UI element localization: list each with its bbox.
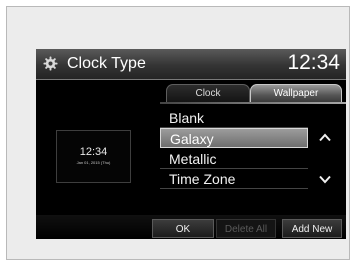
gear-icon — [43, 56, 58, 71]
header-clock: 12:34 — [287, 51, 340, 74]
list-item-time-zone[interactable]: Time Zone — [160, 169, 308, 189]
chevron-up-icon[interactable] — [318, 133, 332, 142]
tab-divider — [160, 102, 346, 104]
tab-clock[interactable]: Clock — [166, 84, 250, 102]
list-item-metallic[interactable]: Metallic — [160, 149, 308, 169]
wallpaper-preview: 12:34 Jan 01, 2015 (Thu) — [56, 130, 131, 183]
ok-button[interactable]: OK — [152, 219, 214, 238]
figure-frame: Clock Type 12:34 Clock Wallpaper 12:34 J… — [6, 6, 350, 260]
title-bar: Clock Type 12:34 — [36, 49, 346, 80]
list-item-blank[interactable]: Blank — [160, 108, 308, 128]
list-item-galaxy[interactable]: Galaxy — [160, 128, 308, 148]
preview-time: 12:34 — [79, 146, 108, 158]
chevron-down-icon[interactable] — [318, 175, 332, 184]
preview-date: Jan 01, 2015 (Thu) — [76, 160, 111, 165]
delete-all-button[interactable]: Delete All — [216, 219, 276, 238]
tab-wallpaper[interactable]: Wallpaper — [250, 84, 342, 102]
add-new-button[interactable]: Add New — [282, 219, 342, 238]
page-title: Clock Type — [67, 55, 146, 72]
display-screen: Clock Type 12:34 Clock Wallpaper 12:34 J… — [36, 49, 346, 239]
